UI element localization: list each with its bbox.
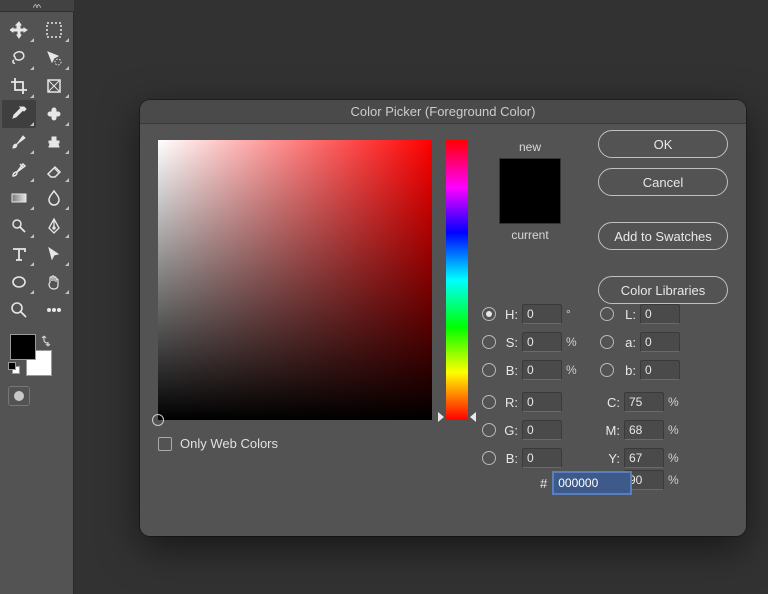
healing-brush-icon[interactable] <box>37 100 71 128</box>
radio-r[interactable] <box>482 395 496 409</box>
label-a: a: <box>618 335 636 350</box>
marquee-icon[interactable] <box>37 16 71 44</box>
add-to-swatches-button[interactable]: Add to Swatches <box>598 222 728 250</box>
gradient-icon[interactable] <box>2 184 36 212</box>
quick-mask-icon[interactable] <box>8 386 30 406</box>
input-bv[interactable] <box>522 360 562 380</box>
label-c: C: <box>600 395 620 410</box>
type-icon[interactable] <box>2 240 36 268</box>
input-l[interactable] <box>640 304 680 324</box>
label-h: H: <box>500 307 518 322</box>
label-l: L: <box>618 307 636 322</box>
shape-icon[interactable] <box>2 268 36 296</box>
path-select-icon[interactable] <box>37 240 71 268</box>
only-web-colors-checkbox[interactable] <box>158 437 172 451</box>
label-bv: B: <box>500 363 518 378</box>
dialog-title: Color Picker (Foreground Color) <box>140 100 746 124</box>
label-bc: B: <box>500 451 518 466</box>
quick-select-icon[interactable] <box>37 44 71 72</box>
more-icon[interactable] <box>37 296 71 324</box>
input-r[interactable] <box>522 392 562 412</box>
label-bl: b: <box>618 363 636 378</box>
input-s[interactable] <box>522 332 562 352</box>
eraser-icon[interactable] <box>37 156 71 184</box>
input-y[interactable] <box>624 448 664 468</box>
frame-icon[interactable] <box>37 72 71 100</box>
clone-stamp-icon[interactable] <box>37 128 71 156</box>
input-a[interactable] <box>640 332 680 352</box>
brush-icon[interactable] <box>2 128 36 156</box>
label-s: S: <box>500 335 518 350</box>
radio-l[interactable] <box>600 307 614 321</box>
collapse-handle[interactable] <box>0 0 74 12</box>
lasso-icon[interactable] <box>2 44 36 72</box>
foreground-color-swatch[interactable] <box>10 334 36 360</box>
swap-colors-icon[interactable] <box>40 334 54 348</box>
hand-icon[interactable] <box>37 268 71 296</box>
move-icon[interactable] <box>2 16 36 44</box>
saturation-brightness-field[interactable] <box>158 140 432 420</box>
pen-icon[interactable] <box>37 212 71 240</box>
radio-a[interactable] <box>600 335 614 349</box>
label-r: R: <box>500 395 518 410</box>
input-m[interactable] <box>624 420 664 440</box>
input-h[interactable] <box>522 304 562 324</box>
radio-bv[interactable] <box>482 363 496 377</box>
dodge-icon[interactable] <box>2 212 36 240</box>
color-swatches <box>8 334 60 382</box>
radio-bl[interactable] <box>600 363 614 377</box>
tools-panel <box>0 0 74 594</box>
radio-g[interactable] <box>482 423 496 437</box>
label-g: G: <box>500 423 518 438</box>
current-label: current <box>482 228 578 242</box>
default-colors-icon[interactable] <box>8 362 22 376</box>
input-bl[interactable] <box>640 360 680 380</box>
hex-input[interactable] <box>553 472 631 494</box>
crop-icon[interactable] <box>2 72 36 100</box>
radio-bc[interactable] <box>482 451 496 465</box>
hex-label: # <box>540 476 547 491</box>
input-g[interactable] <box>522 420 562 440</box>
new-current-preview[interactable] <box>499 158 561 224</box>
new-label: new <box>482 140 578 154</box>
input-c[interactable] <box>624 392 664 412</box>
label-y: Y: <box>600 451 620 466</box>
only-web-colors-label: Only Web Colors <box>180 436 278 451</box>
eyedropper-icon[interactable] <box>2 100 36 128</box>
label-m: M: <box>600 423 620 438</box>
history-brush-icon[interactable] <box>2 156 36 184</box>
ok-button[interactable]: OK <box>598 130 728 158</box>
radio-s[interactable] <box>482 335 496 349</box>
cancel-button[interactable]: Cancel <box>598 168 728 196</box>
hue-slider[interactable] <box>446 140 468 420</box>
zoom-icon[interactable] <box>2 296 36 324</box>
input-bc[interactable] <box>522 448 562 468</box>
radio-h[interactable] <box>482 307 496 321</box>
field-marker[interactable] <box>152 414 164 426</box>
blur-icon[interactable] <box>37 184 71 212</box>
color-picker-dialog: Color Picker (Foreground Color) new curr… <box>140 100 746 536</box>
